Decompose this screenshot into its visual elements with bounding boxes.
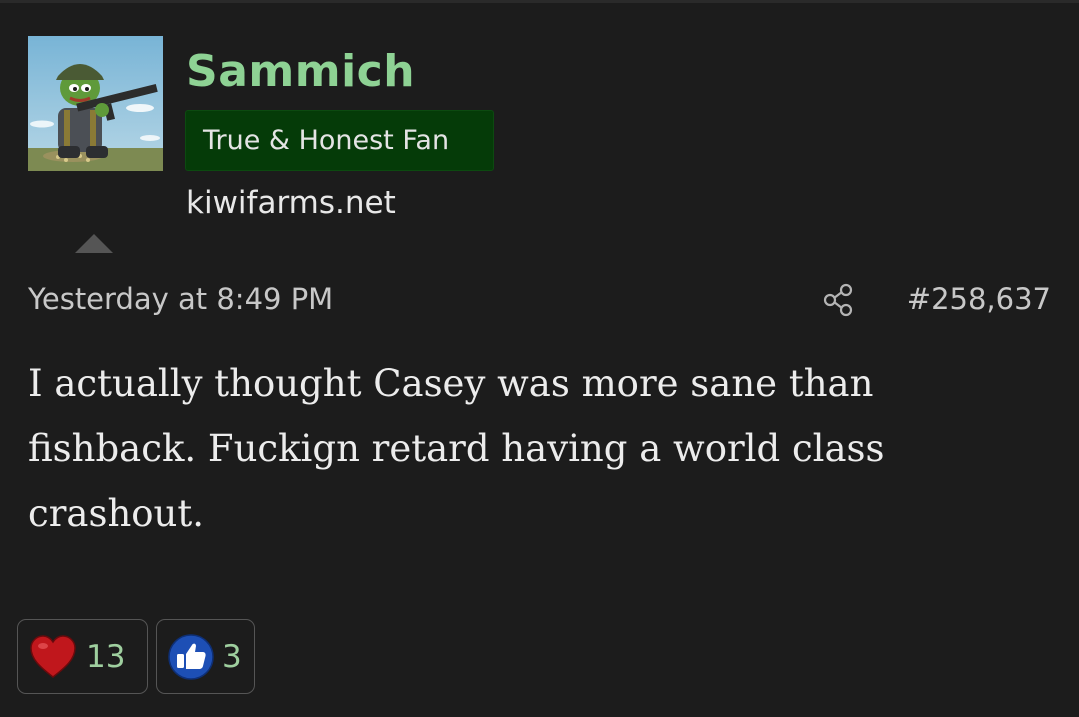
reaction-count: 13: [86, 638, 126, 675]
user-title-badge: True & Honest Fan: [185, 110, 494, 171]
username[interactable]: Sammich: [186, 44, 415, 100]
message-line: fishback. Fuckign retard having a world …: [28, 427, 885, 470]
reaction-like-button[interactable]: 3: [156, 619, 255, 694]
post-number-link[interactable]: #258,637: [907, 275, 1051, 323]
reaction-count: 3: [222, 638, 242, 675]
post-card: Sammich True & Honest Fan kiwifarms.net …: [0, 0, 1079, 717]
reaction-heart-button[interactable]: 13: [17, 619, 148, 694]
message-line: crashout.: [28, 492, 205, 535]
share-icon[interactable]: [822, 282, 858, 318]
expand-caret-icon[interactable]: [75, 234, 113, 253]
heart-icon: [30, 634, 76, 678]
user-site: kiwifarms.net: [186, 185, 396, 221]
post-timestamp[interactable]: Yesterday at 8:49 PM: [28, 275, 333, 323]
reactions-bar: 13 3: [17, 619, 255, 694]
post-message: I actually thought Casey was more sane t…: [28, 351, 1038, 546]
avatar[interactable]: [28, 36, 163, 171]
message-line: I actually thought Casey was more sane t…: [28, 362, 874, 405]
thumbs-up-icon: [168, 633, 214, 680]
